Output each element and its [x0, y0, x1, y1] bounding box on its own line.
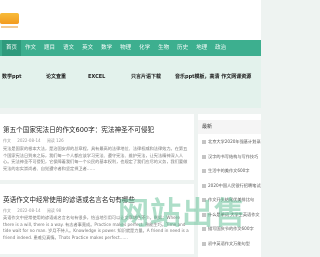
nav-item-history[interactable]: 历史 — [173, 40, 192, 56]
list-bullet-icon — [202, 140, 206, 145]
nav-item-geography[interactable]: 地理 — [192, 40, 211, 56]
site-header — [0, 0, 261, 40]
article-card: 英语作文中经常使用的谚语或名言名句有哪些 作文 2022-08-14 阅读 98… — [0, 184, 194, 254]
sidebar-link[interactable]: 描写国庆节的作文600字 — [208, 226, 254, 232]
nav-item-chemistry[interactable]: 化学 — [135, 40, 154, 56]
nav-item-politics[interactable]: 政治 — [211, 40, 230, 56]
article-category[interactable]: 作文 — [3, 208, 11, 213]
article-excerpt: 英语作文中经常使用的谚语或名言名句有很多，恰当地引用可以让文章增色不少。例如：W… — [3, 215, 189, 240]
list-item: 作文开头结尾优美排比句 — [198, 193, 261, 208]
logo-underline — [1, 26, 18, 28]
sidebar-link[interactable]: 生活中的美作文600字 — [208, 168, 250, 174]
sidebar-link[interactable]: 汉字的书写结构与写作技巧 — [208, 154, 258, 160]
hot-link-music-ppt[interactable]: 音乐ppt模板，高清 作文网课资源 — [175, 70, 251, 84]
hot-link-download[interactable]: 只言片语下载 — [131, 70, 161, 84]
list-item: 什么是单词 大学生英语作文 — [198, 208, 261, 223]
nav-item-home[interactable]: 首页 — [2, 40, 22, 56]
sidebar-link[interactable]: 作文开头结尾优美排比句 — [208, 197, 254, 203]
nav-item-essay[interactable]: 作文 — [21, 40, 40, 56]
list-bullet-icon — [202, 154, 206, 159]
sidebar-link[interactable]: 北京大学2020年强基计划录取分数线 — [208, 139, 261, 145]
list-bullet-icon — [202, 169, 206, 174]
list-item: 北京大学2020年强基计划录取分数线 — [198, 135, 261, 150]
list-bullet-icon — [202, 227, 206, 232]
logo-mark-icon — [0, 13, 19, 24]
list-bullet-icon — [202, 212, 206, 217]
article-views: 阅读 126 — [46, 138, 64, 143]
hot-links-bar: 数学ppt 论文查重 EXCEL 只言片语下载 音乐ppt模板，高清 作文网课资… — [0, 70, 261, 84]
hot-link-excel[interactable]: EXCEL — [88, 70, 105, 84]
article-title[interactable]: 英语作文中经常使用的谚语或名言名句有哪些 — [3, 194, 135, 204]
main-nav: 首页 作文 题目 语文 英文 数学 物理 化学 生物 历史 地理 政治 — [0, 40, 261, 56]
nav-item-chinese[interactable]: 语文 — [59, 40, 78, 56]
list-bullet-icon — [202, 183, 206, 188]
article-category[interactable]: 作文 — [3, 138, 11, 143]
list-item: 描写国庆节的作文600字 — [198, 222, 261, 237]
nav-item-physics[interactable]: 物理 — [116, 40, 135, 56]
article-excerpt: 宪法是国家的根本大法，是治国安邦的总章程，具有最高的法律地位、法律权威和法律效力… — [3, 146, 188, 171]
site-logo[interactable] — [0, 13, 22, 30]
sidebar-latest: 最新 北京大学2020年强基计划录取分数线 汉字的书写结构与写作技巧 生活中的美… — [198, 114, 261, 257]
article-date: 2022-08-14 — [17, 138, 41, 143]
article-meta: 作文 2022-08-14 阅读 126 — [3, 138, 69, 144]
article-date: 2022-08-14 — [17, 208, 41, 213]
list-bullet-icon — [202, 241, 206, 246]
article-card: 第五个国家宪法日的作文600字：宪法神圣不可侵犯 作文 2022-08-14 阅… — [0, 114, 194, 180]
hot-link-paper-check[interactable]: 论文查重 — [46, 70, 66, 84]
sidebar-link[interactable]: 什么是单词 大学生英语作文 — [208, 212, 260, 218]
list-item: 生活中的美作文600字 — [198, 164, 261, 179]
list-item: 2020中国人民银行招聘笔试题 — [198, 179, 261, 194]
article-meta: 作文 2022-08-14 阅读 98 — [3, 208, 66, 214]
list-item: 初中英语作文万能句型 — [198, 237, 261, 252]
nav-item-english-text[interactable]: 英文 — [78, 40, 97, 56]
list-item: 汉字的书写结构与写作技巧 — [198, 150, 261, 165]
nav-item-biology[interactable]: 生物 — [154, 40, 173, 56]
hot-link-math-ppt[interactable]: 数学ppt — [2, 70, 22, 84]
nav-item-math[interactable]: 数学 — [97, 40, 116, 56]
sidebar-title: 最新 — [198, 120, 261, 134]
list-bullet-icon — [202, 198, 206, 203]
nav-item-topics[interactable]: 题目 — [40, 40, 59, 56]
sidebar-link[interactable]: 初中英语作文万能句型 — [208, 241, 250, 247]
article-views: 阅读 98 — [46, 208, 62, 213]
sidebar-list: 北京大学2020年强基计划录取分数线 汉字的书写结构与写作技巧 生活中的美作文6… — [198, 135, 261, 251]
article-title[interactable]: 第五个国家宪法日的作文600字：宪法神圣不可侵犯 — [3, 124, 154, 134]
sidebar-link[interactable]: 2020中国人民银行招聘笔试题 — [208, 183, 261, 189]
